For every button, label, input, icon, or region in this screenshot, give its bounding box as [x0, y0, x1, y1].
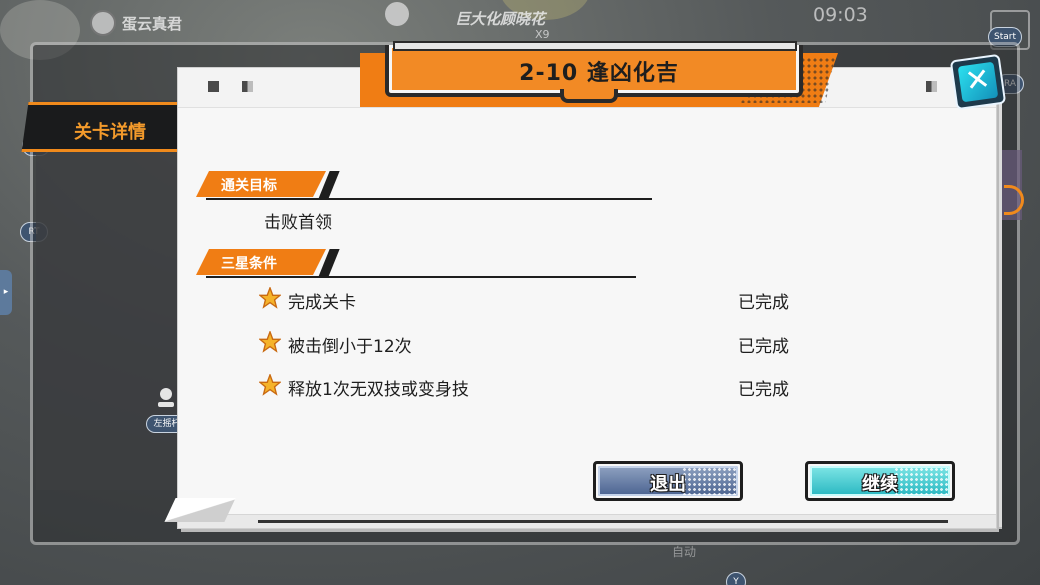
star-icon	[259, 331, 281, 353]
boss-name: 巨大化顾晓花	[455, 10, 546, 28]
exit-button-label: 退出	[650, 474, 686, 495]
clear-goal-text: 击败首领	[264, 213, 332, 233]
close-button[interactable]: ✕	[949, 53, 1007, 111]
boss-health-bar: 巨大化顾晓花 X9	[385, 0, 675, 44]
location-icon	[90, 10, 116, 36]
star-icon	[259, 287, 281, 309]
header-underline	[206, 276, 636, 278]
paper-fold	[164, 498, 236, 522]
condition-status: 已完成	[738, 380, 789, 400]
joystick-icon	[158, 388, 174, 410]
condition-text: 完成关卡	[288, 293, 356, 313]
boss-count: X9	[535, 28, 550, 41]
exit-button[interactable]: 退出	[593, 461, 743, 501]
three-star-header: 三星条件	[196, 249, 656, 278]
side-tab-label: 关卡详情	[74, 122, 146, 143]
stage-timer: 09:03	[813, 4, 868, 26]
close-x-icon: ✕	[962, 61, 993, 100]
expand-left-arrow-icon[interactable]: ▸	[0, 270, 12, 315]
condition-status: 已完成	[738, 337, 789, 357]
auto-label: 自动	[672, 545, 697, 559]
y-button-badge: Y	[726, 572, 746, 585]
clear-goal-title: 通关目标	[221, 178, 277, 194]
window-square-icon	[208, 81, 219, 92]
header-underline	[206, 198, 652, 200]
title-banner-strip	[393, 41, 797, 51]
dialog-bottom-strip	[178, 514, 996, 528]
three-star-title: 三星条件	[221, 256, 277, 272]
location-indicator: 蛋云真君	[90, 10, 182, 36]
window-square-icon	[926, 81, 937, 92]
location-label: 蛋云真君	[122, 14, 183, 33]
window-square-icon	[242, 81, 253, 92]
dialog-title: 2-10 逢凶化吉	[519, 61, 679, 86]
stage-detail-dialog: 通关目标 击败首领 三星条件 完成关卡 已完成 被击倒小于12次 已完成 释放1…	[164, 68, 996, 528]
title-banner: 2-10 逢凶化吉	[360, 41, 840, 111]
condition-status: 已完成	[738, 293, 789, 313]
clear-goal-header: 通关目标	[196, 171, 656, 200]
boss-avatar-icon	[385, 2, 409, 26]
star-icon	[259, 374, 281, 396]
continue-button-label: 继续	[862, 474, 898, 495]
condition-text: 释放1次无双技或变身技	[288, 380, 469, 400]
title-banner-notch	[560, 89, 618, 103]
condition-text: 被击倒小于12次	[288, 337, 412, 357]
continue-button[interactable]: 继续	[805, 461, 955, 501]
